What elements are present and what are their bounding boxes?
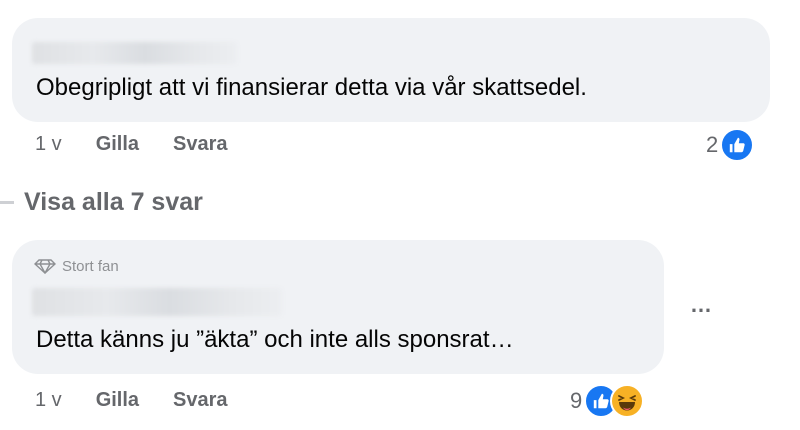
comment-actions: 1 v Gilla Svara — [35, 389, 228, 412]
diamond-icon — [34, 259, 56, 274]
comment-timestamp[interactable]: 1 v — [35, 389, 62, 412]
reply-button[interactable]: Svara — [173, 133, 228, 156]
like-button[interactable]: Gilla — [96, 133, 139, 156]
comment-bubble: Stort fan Detta känns ju ”äkta” och inte… — [12, 240, 664, 374]
more-options-button[interactable]: … — [690, 292, 713, 318]
badge-label: Stort fan — [62, 258, 119, 274]
thread-line — [0, 201, 14, 204]
reaction-summary[interactable]: 2 — [706, 128, 755, 162]
comment-bubble: Obegripligt att vi finansierar detta via… — [12, 18, 770, 122]
top-fan-badge: Stort fan — [34, 258, 119, 274]
comment-actions: 1 v Gilla Svara — [35, 133, 228, 156]
like-button[interactable]: Gilla — [96, 389, 139, 412]
comment-text: Obegripligt att vi finansierar detta via… — [36, 74, 587, 101]
reaction-count: 2 — [706, 132, 719, 157]
view-replies-label: Visa alla 7 svar — [24, 188, 203, 216]
redacted-author-name — [32, 42, 237, 64]
reply-button[interactable]: Svara — [173, 389, 228, 412]
comment-timestamp[interactable]: 1 v — [35, 133, 62, 156]
reaction-summary[interactable]: 9 — [570, 384, 645, 418]
comment-text: Detta känns ju ”äkta” och inte alls spon… — [36, 326, 514, 353]
redacted-author-name — [32, 288, 282, 316]
haha-reaction-icon — [610, 384, 645, 418]
view-all-replies-link[interactable]: Visa alla 7 svar — [0, 188, 203, 217]
reaction-count: 9 — [570, 388, 583, 413]
like-reaction-icon — [720, 128, 755, 162]
